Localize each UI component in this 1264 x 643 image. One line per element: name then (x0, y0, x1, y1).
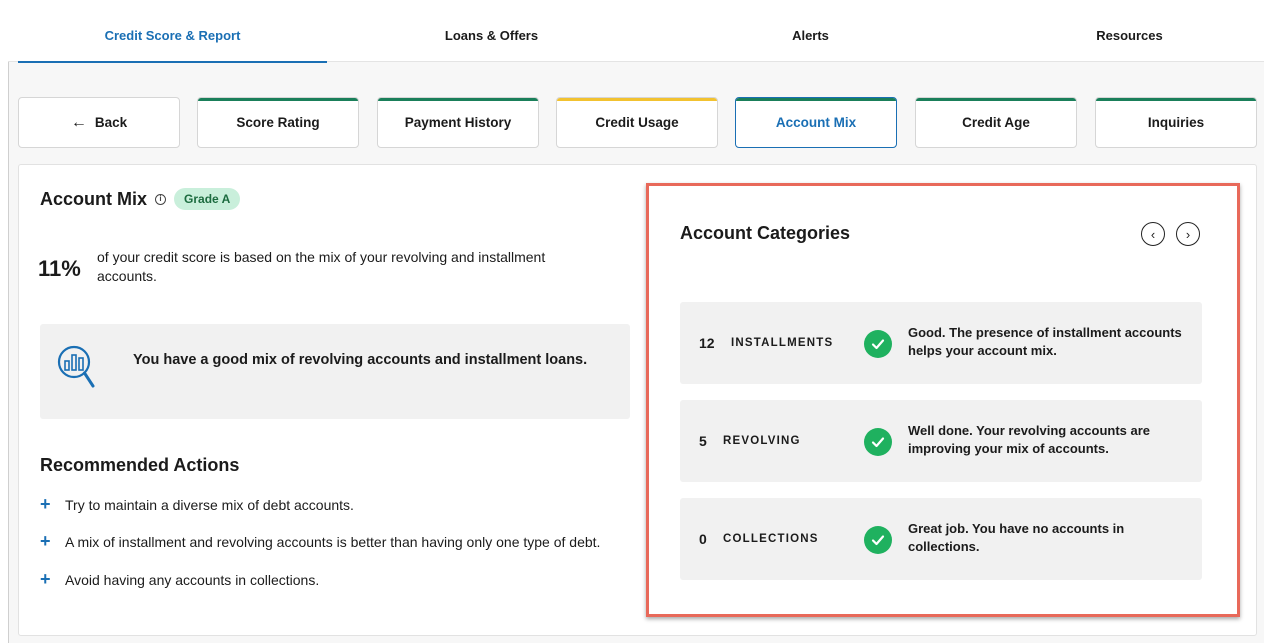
tab-credit-score-report[interactable]: Credit Score & Report (18, 8, 327, 63)
category-row-installments: 12 INSTALLMENTS Good. The presence of in… (680, 302, 1202, 384)
chevron-right-icon[interactable]: › (1176, 222, 1200, 246)
check-circle-icon (864, 526, 892, 554)
list-item: + A mix of installment and revolving acc… (40, 532, 630, 552)
subtab-credit-usage[interactable]: Credit Usage (556, 97, 718, 148)
action-text: A mix of installment and revolving accou… (65, 534, 601, 550)
subtab-label: Credit Usage (595, 115, 679, 130)
plus-icon: + (40, 569, 51, 589)
plus-icon: + (40, 531, 51, 551)
tab-alerts[interactable]: Alerts (656, 8, 965, 62)
subtab-credit-age[interactable]: Credit Age (915, 97, 1077, 148)
mix-summary-box: You have a good mix of revolving account… (40, 324, 630, 419)
subtab-inquiries[interactable]: Inquiries (1095, 97, 1257, 148)
subtab-label: Account Mix (775, 115, 857, 130)
category-message: Great job. You have no accounts in colle… (908, 521, 1125, 554)
section-header: Account Mix i Grade A (40, 188, 241, 210)
subtab-account-mix[interactable]: Account Mix (735, 97, 897, 148)
status-bar (557, 98, 717, 101)
status-bar (378, 98, 538, 101)
recommended-actions-list: + Try to maintain a diverse mix of debt … (40, 495, 630, 590)
mix-message: You have a good mix of revolving account… (133, 352, 588, 368)
category-count: 0 (699, 531, 707, 547)
info-icon[interactable]: i (155, 193, 167, 205)
back-button[interactable]: ← Back (18, 97, 180, 148)
tab-resources[interactable]: Resources (975, 8, 1264, 62)
percentage-description: of your credit score is based on the mix… (97, 249, 546, 284)
category-count: 12 (699, 335, 715, 351)
subtab-label: Score Rating (236, 115, 320, 130)
grade-badge: Grade A (174, 188, 241, 210)
list-item: + Try to maintain a diverse mix of debt … (40, 495, 630, 515)
category-count: 5 (699, 433, 707, 449)
check-circle-icon (864, 330, 892, 358)
subtab-label: Credit Age (962, 115, 1030, 130)
back-label: Back (94, 115, 128, 130)
subtab-payment-history[interactable]: Payment History (377, 97, 539, 148)
action-text: Try to maintain a diverse mix of debt ac… (65, 497, 354, 513)
score-percentage: 11% (38, 256, 81, 281)
page-title: Account Mix (40, 188, 148, 209)
top-navigation: Credit Score & Report Loans & Offers Ale… (8, 8, 1264, 63)
category-row-collections: 0 COLLECTIONS Great job. You have no acc… (680, 498, 1202, 580)
chevron-left-icon[interactable]: ‹ (1141, 222, 1165, 246)
account-categories-title: Account Categories (680, 223, 851, 243)
status-bar (1096, 98, 1256, 101)
status-bar (198, 98, 358, 101)
status-bar (916, 98, 1076, 101)
category-message: Well done. Your revolving accounts are i… (908, 423, 1151, 456)
tab-loans-offers[interactable]: Loans & Offers (337, 8, 646, 62)
check-circle-icon (864, 428, 892, 456)
category-label: REVOLVING (723, 435, 801, 447)
recommended-actions-title: Recommended Actions (40, 455, 240, 475)
category-label: COLLECTIONS (723, 533, 819, 545)
chart-magnifier-icon (57, 345, 95, 388)
subtab-label: Payment History (404, 115, 512, 130)
arrow-left-icon: ← (70, 113, 87, 131)
status-bar (736, 98, 896, 101)
category-message: Good. The presence of installment accoun… (908, 325, 1182, 358)
subtab-label: Inquiries (1147, 115, 1205, 130)
category-label: INSTALLMENTS (731, 337, 834, 349)
list-item: + Avoid having any accounts in collectio… (40, 570, 630, 590)
category-row-revolving: 5 REVOLVING Well done. Your revolving ac… (680, 400, 1202, 482)
plus-icon: + (40, 494, 51, 514)
action-text: Avoid having any accounts in collections… (65, 572, 320, 588)
subtab-score-rating[interactable]: Score Rating (197, 97, 359, 148)
